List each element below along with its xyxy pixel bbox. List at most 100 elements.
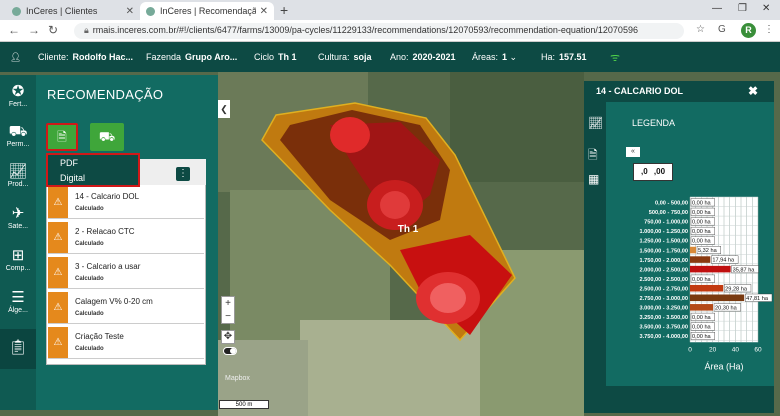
rail-item-algebra[interactable]: ☰ Álge... (0, 287, 36, 327)
hectares-display: Ha: 157.51 (541, 52, 587, 62)
reload-icon[interactable]: ↻ (48, 23, 58, 37)
minimize-icon[interactable]: — (712, 3, 722, 14)
document-icon[interactable]: 🗎︎ (588, 146, 598, 167)
item-status: Calculado (75, 206, 104, 212)
maximize-icon[interactable]: ❐ (738, 3, 747, 14)
export-machine-button[interactable]: ⛟ (90, 123, 124, 151)
mapbox-logo: Mapbox (225, 375, 250, 382)
close-window-icon[interactable]: ✕ (762, 3, 770, 14)
rail-item-recommendation[interactable]: 📋︎ (0, 329, 36, 369)
farm-selector[interactable]: Fazenda Grupo Aro... (146, 52, 237, 62)
list-item[interactable]: ⚠ Calagem V% 0-20 cm Calculado (48, 292, 204, 324)
user-icon[interactable]: 👤︎ (10, 52, 21, 63)
url-text: rmais.inceres.com.br/#!/clients/6477/far… (92, 25, 638, 35)
data-label: 0,00 ha (692, 315, 712, 321)
fertilizer-icon: ✪ (11, 83, 25, 100)
list-item[interactable]: ⚠ Criação Teste Calculado (48, 327, 204, 359)
list-item[interactable]: ⚠ 14 - Calcario DOL Calculado (48, 187, 204, 219)
crop-selector[interactable]: Cultura: soja (318, 52, 372, 62)
new-tab-icon[interactable]: + (280, 2, 288, 18)
browser-menu-icon[interactable]: ⋮ (764, 24, 774, 35)
cycle-selector[interactable]: Ciclo Th 1 (254, 52, 297, 62)
chart-line-icon[interactable]: 📈︎ (588, 116, 603, 130)
close-tab-icon[interactable]: ✕ (126, 6, 134, 17)
category-tick-label: 2.750,00 - 3.000,00 (639, 296, 688, 302)
satellite-icon: ✈︎ (11, 205, 25, 222)
data-label: 47,81 ha (746, 296, 769, 302)
client-selector[interactable]: Cliente: Rodolfo Hac... (38, 52, 133, 62)
profile-avatar[interactable]: R (741, 23, 756, 38)
calculator-icon[interactable]: ▦ (588, 172, 599, 186)
zoom-in-button[interactable]: + (222, 297, 234, 310)
export-pdf-button[interactable]: 🗎︎ (46, 123, 78, 151)
rail-label: Perm... (6, 141, 30, 148)
x-tick-label: 20 (709, 346, 717, 353)
item-name: Criação Teste (75, 332, 124, 341)
back-icon[interactable]: ← (8, 23, 20, 37)
warning-icon: ⚠ (48, 327, 68, 358)
category-tick-label: 750,00 - 1.000,00 (644, 220, 688, 226)
year-selector[interactable]: Ano: 2020-2021 (390, 52, 456, 62)
areas-selector[interactable]: Áreas: 1 ⌄ (472, 52, 517, 63)
item-status: Calculado (75, 346, 104, 352)
close-tab-icon[interactable]: ✕ (260, 6, 268, 17)
warning-icon: ⚠ (48, 222, 68, 253)
inceres-favicon-icon (146, 6, 155, 16)
address-bar: ← → ↻ 🔒︎ rmais.inceres.com.br/#!/clients/… (0, 20, 780, 42)
data-label: 0,00 ha (692, 210, 712, 216)
bar (690, 304, 714, 311)
x-tick-label: 0 (688, 346, 692, 353)
chevron-left-icon: ❮ (220, 104, 228, 114)
more-options-icon[interactable]: ⋮ (176, 167, 190, 181)
dropdown-option-digital[interactable]: Digital (48, 170, 138, 185)
item-status: Calculado (75, 276, 104, 282)
collapse-panel-button[interactable]: ❮ (218, 100, 230, 118)
url-field[interactable]: 🔒︎ rmais.inceres.com.br/#!/clients/6477/f… (74, 23, 684, 39)
year-label: Ano: (390, 52, 409, 62)
data-label: 0,00 ha (692, 220, 712, 226)
rail-item-compare[interactable]: ⊞ Comp... (0, 245, 36, 285)
compare-icon: ⊞ (11, 247, 25, 264)
productivity-icon: 📈︎ (8, 163, 28, 180)
chevron-down-icon: ⌄ (507, 52, 518, 62)
rail-label: Fert... (8, 101, 28, 108)
translate-icon[interactable]: G (718, 24, 726, 35)
module-rail: ✪ Fert... ⛟ Perm... 📈︎ Prod... ✈︎ Sate..… (0, 75, 36, 410)
move-icon[interactable]: ✥ (221, 330, 235, 344)
crop-value: soja (353, 52, 372, 62)
browser-tab-clientes[interactable]: InCeres | Clientes ✕ (6, 2, 140, 20)
panel-title: RECOMENDAÇÃO (47, 87, 164, 102)
legend-rail: 📈︎ 🗎︎ ▦ (584, 102, 606, 413)
data-label: 29,28 ha (725, 286, 748, 292)
list-item[interactable]: ⚠ 3 - Calcario a usar Calculado (48, 257, 204, 289)
rail-item-fertility[interactable]: ✪ Fert... (0, 81, 36, 121)
cycle-label: Ciclo (254, 52, 275, 62)
rail-label: Prod... (7, 181, 29, 188)
dropdown-option-pdf[interactable]: PDF (48, 155, 138, 170)
category-tick-label: 1.500,00 - 1.750,00 (639, 248, 688, 254)
category-tick-label: 3.000,00 - 3.250,00 (639, 306, 688, 312)
rail-item-satellite[interactable]: ✈︎ Sate... (0, 203, 36, 243)
year-value: 2020-2021 (412, 52, 456, 62)
rail-item-permanent[interactable]: ⛟ Perm... (0, 121, 36, 161)
client-value: Rodolfo Hac... (72, 52, 134, 62)
rail-item-productivity[interactable]: 📈︎ Prod... (0, 161, 36, 201)
forward-icon[interactable]: → (28, 23, 40, 37)
category-tick-label: 0,00 - 500,00 (655, 201, 688, 207)
crop-label: Cultura: (318, 52, 350, 62)
ha-value: 157.51 (559, 52, 587, 62)
app-header: 👤︎ Cliente: Rodolfo Hac... Fazenda Grupo A… (0, 42, 780, 72)
layer-toggle[interactable] (223, 347, 237, 355)
data-label: 0,00 ha (692, 200, 712, 206)
bookmark-star-icon[interactable]: ☆ (696, 24, 705, 35)
recommendation-panel: RECOMENDAÇÃO 🗎︎ ⛟ ⋮ PDF Digital ⚠ 14 - C… (36, 75, 218, 410)
list-item[interactable]: ⚠ 2 - Relacao CTC Calculado (48, 222, 204, 254)
close-icon[interactable]: ✖ (748, 84, 758, 98)
data-label: 0,00 ha (692, 325, 712, 331)
category-tick-label: 3.500,00 - 3.750,00 (639, 325, 688, 331)
warning-icon: ⚠ (48, 187, 68, 218)
browser-tab-recomendacao[interactable]: InCeres | Recomendação ✕ (140, 2, 274, 20)
zoom-out-button[interactable]: − (222, 310, 234, 323)
rail-label: Comp... (5, 265, 31, 272)
area-bar-chart: 0,00 - 500,00 0,00 ha 500,00 - 750,00 0,00 … (639, 196, 773, 371)
